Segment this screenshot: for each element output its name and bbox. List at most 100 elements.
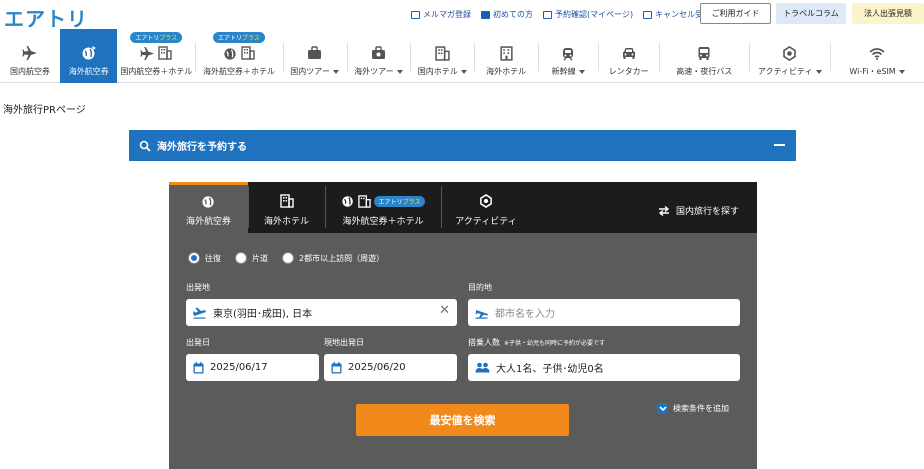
radio-label: 往復 — [205, 253, 221, 263]
trip-type-multicity[interactable]: 2都市以上訪問（周遊） — [282, 252, 384, 264]
collapse-icon[interactable] — [774, 144, 785, 146]
first-time-link[interactable]: 初めての方 — [481, 9, 533, 20]
tab-label: 海外ホテル — [263, 217, 309, 227]
tab-international-hotel[interactable]: 海外ホテル — [248, 182, 325, 233]
nav-wifi-esim[interactable]: Wi-Fi・eSIM — [830, 29, 924, 83]
radio-label: 2都市以上訪問（周遊） — [299, 253, 385, 263]
nav-activity[interactable]: アクティビティ — [749, 29, 830, 83]
suitcase-icon — [308, 46, 322, 59]
nav-shinkansen[interactable]: 新幹線 — [538, 29, 598, 83]
tab-international-flight-hotel[interactable]: エアトリプラス 海外航空券＋ホテル — [325, 182, 441, 233]
suitcase-icon — [371, 46, 385, 59]
header-links: メルマガ登録 初めての方 予約確認(マイページ) キャンセル受付 — [411, 9, 711, 20]
return-date-input[interactable]: 2025/06/20 — [324, 354, 457, 381]
radio-unselected[interactable] — [235, 252, 247, 264]
tab-label: アクティビティ — [455, 217, 517, 227]
nav-international-hotel[interactable]: 海外ホテル — [474, 29, 538, 83]
nav-label: 海外ホテル — [486, 67, 527, 76]
search-tabs: 海外航空券 海外ホテル エアトリプラス 海外航空券＋ホテル アクティビティ 国内… — [169, 182, 757, 233]
add-conditions-label: 検索条件を追加 — [673, 404, 729, 413]
nav-highway-bus[interactable]: 高速・夜行バス — [659, 29, 749, 83]
nav-label: 国内航空券＋ホテル — [120, 67, 193, 76]
badge-main: エアトリ — [218, 35, 243, 42]
search-section-title: 海外旅行を予約する — [157, 142, 247, 153]
chevron-down-icon — [898, 69, 905, 74]
site-logo[interactable]: エアトリ — [4, 3, 88, 32]
destination-placeholder: 都市名を入力 — [495, 309, 555, 320]
activity-icon — [783, 45, 797, 61]
origin-label: 出発地 — [186, 283, 210, 292]
reservation-check-label: 予約確認(マイページ) — [555, 10, 634, 19]
nav-label: 国内ホテル — [417, 67, 458, 76]
reservation-check-link[interactable]: 予約確認(マイページ) — [543, 9, 633, 20]
trip-type-roundtrip[interactable]: 往復 — [188, 252, 221, 264]
return-date-value: 2025/06/20 — [348, 362, 406, 373]
shinkansen-icon — [563, 47, 574, 60]
badge-main: エアトリ — [378, 198, 403, 206]
nav-international-tour[interactable]: 海外ツアー — [346, 29, 411, 83]
wifi-icon — [869, 47, 885, 60]
nav-domestic-flight[interactable]: 国内航空券 — [0, 29, 60, 83]
chevron-down-icon — [815, 69, 822, 74]
nav-label: Wi-Fi・eSIM — [849, 67, 896, 76]
globe-plane-icon — [341, 196, 353, 207]
search-icon — [139, 140, 151, 152]
swap-icon — [658, 205, 670, 216]
nav-domestic-tour[interactable]: 国内ツアー — [282, 29, 347, 83]
trip-type-oneway[interactable]: 片道 — [235, 252, 268, 264]
cancel-icon — [643, 10, 653, 19]
radio-unselected[interactable] — [282, 252, 294, 264]
travel-column-button[interactable]: トラベルコラム — [776, 3, 846, 24]
nav-rental-car[interactable]: レンタカー — [598, 29, 659, 83]
newsletter-label: メルマガ登録 — [423, 10, 471, 19]
hotel-icon — [158, 46, 173, 60]
nav-international-flight-hotel[interactable]: エアトリプラス 海外航空券＋ホテル — [195, 29, 282, 83]
clear-icon[interactable]: ✕ — [439, 304, 450, 318]
plane-icon — [140, 46, 155, 60]
origin-input[interactable]: 東京(羽田･成田), 日本 ✕ — [186, 299, 457, 326]
search-lowest-price-button[interactable]: 最安値を検索 — [356, 404, 569, 436]
search-section-header[interactable]: 海外旅行を予約する — [129, 130, 796, 161]
search-panel: 海外航空券 海外ホテル エアトリプラス 海外航空券＋ホテル アクティビティ 国内… — [169, 182, 757, 469]
nav-domestic-hotel[interactable]: 国内ホテル — [410, 29, 474, 83]
nav-domestic-flight-hotel[interactable]: エアトリプラス 国内航空券＋ホテル — [117, 29, 195, 83]
mail-icon — [411, 10, 420, 19]
add-search-conditions[interactable]: 検索条件を追加 — [657, 403, 729, 414]
radio-label: 片道 — [252, 253, 268, 263]
airtrip-plus-badge: エアトリプラス — [213, 32, 265, 43]
tab-international-flight[interactable]: 海外航空券 — [169, 182, 248, 233]
nav-international-flight[interactable]: 海外航空券 — [60, 29, 118, 83]
globe-plane-icon — [82, 46, 96, 60]
return-date-label: 現地出発日 — [324, 338, 364, 347]
passengers-value: 大人1名、子供･幼児0名 — [496, 364, 604, 375]
arrival-plane-icon — [475, 309, 488, 319]
chevron-down-icon — [657, 403, 668, 414]
globe-plane-icon — [224, 47, 236, 60]
newsletter-link[interactable]: メルマガ登録 — [411, 9, 471, 20]
main-nav: 国内航空券 海外航空券 エアトリプラス 国内航空券＋ホテル エアトリプラス 海外… — [0, 29, 924, 83]
hotel-icon — [500, 45, 513, 61]
domestic-link-label: 国内旅行を探す — [675, 207, 739, 217]
domestic-travel-link[interactable]: 国内旅行を探す — [658, 204, 739, 217]
chevron-down-icon — [332, 69, 339, 74]
corporate-estimate-button[interactable]: 法人出張見積 — [852, 3, 924, 24]
hotel-icon — [241, 46, 255, 60]
passengers-input[interactable]: 大人1名、子供･幼児0名 — [468, 354, 740, 381]
hotel-icon — [435, 45, 450, 61]
car-icon — [622, 48, 635, 59]
nav-label: 国内ツアー — [290, 67, 330, 76]
origin-value: 東京(羽田･成田), 日本 — [213, 309, 313, 320]
badge-main: エアトリ — [135, 35, 160, 42]
departure-plane-icon — [193, 307, 206, 319]
hotel-icon — [357, 194, 371, 208]
activity-icon — [480, 194, 492, 208]
trip-type-group: 往復 片道 2都市以上訪問（周遊） — [188, 252, 384, 264]
tab-activity[interactable]: アクティビティ — [441, 182, 531, 233]
destination-input[interactable]: 都市名を入力 — [468, 299, 740, 326]
airtrip-plus-badge: エアトリプラス — [130, 32, 183, 43]
first-time-label: 初めての方 — [493, 10, 533, 19]
destination-label: 目的地 — [468, 283, 492, 292]
guide-button[interactable]: ご利用ガイド — [700, 3, 771, 24]
depart-date-input[interactable]: 2025/06/17 — [186, 354, 319, 381]
radio-selected[interactable] — [188, 252, 200, 264]
